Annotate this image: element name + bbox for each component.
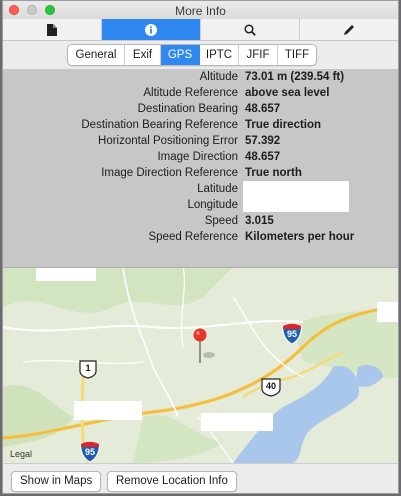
gps-value: True direction <box>245 119 322 131</box>
redacted-map-label <box>74 401 142 420</box>
tab-general[interactable]: General <box>68 45 125 65</box>
metadata-segmented-control: General Exif GPS IPTC JFIF TIFF <box>67 44 317 66</box>
document-icon <box>47 23 57 36</box>
window-title: More Info <box>175 4 226 18</box>
info-icon <box>145 23 157 36</box>
inspector-toolbar <box>3 19 398 41</box>
pencil-icon <box>344 24 354 35</box>
gps-value: 48.657 <box>245 103 281 115</box>
gps-value: 73.01 m (239.54 ft) <box>245 71 345 83</box>
gps-metadata-panel: Altitude 73.01 m (239.54 ft) Altitude Re… <box>3 69 398 268</box>
bottom-button-bar: Show in Maps Remove Location Info <box>3 463 398 493</box>
tab-exif[interactable]: Exif <box>125 45 161 65</box>
redacted-map-label <box>201 413 273 431</box>
gps-value: Kilometers per hour <box>245 231 355 243</box>
tab-jfif[interactable]: JFIF <box>239 45 278 65</box>
gps-label: Altitude <box>199 71 238 83</box>
tab-search[interactable] <box>201 19 300 40</box>
gps-label: Altitude Reference <box>143 87 238 99</box>
gps-label: Destination Bearing <box>137 103 238 115</box>
tab-gps[interactable]: GPS <box>161 45 200 65</box>
gps-row-speed: Speed 3.015 <box>3 215 398 231</box>
remove-location-info-button[interactable]: Remove Location Info <box>107 471 237 492</box>
tab-document[interactable] <box>3 19 102 40</box>
gps-row-altitude-reference: Altitude Reference above sea level <box>3 87 398 103</box>
gps-label: Latitude <box>197 183 238 195</box>
redacted-map-label <box>377 302 398 322</box>
gps-row-speed-reference: Speed Reference Kilometers per hour <box>3 231 398 247</box>
map-legal-link[interactable]: Legal <box>10 449 32 459</box>
gps-value: True north <box>245 167 302 179</box>
metadata-tabs-bar: General Exif GPS IPTC JFIF TIFF <box>3 41 398 69</box>
gps-row-altitude: Altitude 73.01 m (239.54 ft) <box>3 71 398 87</box>
gps-value: 3.015 <box>245 215 274 227</box>
gps-label: Image Direction Reference <box>101 167 238 179</box>
gps-label: Speed <box>204 215 238 227</box>
tab-iptc[interactable]: IPTC <box>200 45 239 65</box>
show-in-maps-button[interactable]: Show in Maps <box>11 471 102 492</box>
gps-label: Destination Bearing Reference <box>81 119 238 131</box>
tab-info[interactable] <box>102 19 201 40</box>
gps-row-destination-bearing: Destination Bearing 48.657 <box>3 103 398 119</box>
gps-value: above sea level <box>245 87 330 99</box>
location-map[interactable]: 95 1 40 95 Legal <box>3 267 398 463</box>
gps-value: 57.392 <box>245 135 281 147</box>
gps-label: Speed Reference <box>148 231 238 243</box>
title-bar: More Info <box>3 1 398 20</box>
gps-label: Longitude <box>187 199 238 211</box>
gps-row-image-direction: Image Direction 48.657 <box>3 151 398 167</box>
tab-edit[interactable] <box>300 19 398 40</box>
gps-row-horizontal-positioning-error: Horizontal Positioning Error 57.392 <box>3 135 398 151</box>
gps-row-destination-bearing-reference: Destination Bearing Reference True direc… <box>3 119 398 135</box>
map-pin[interactable] <box>191 327 217 367</box>
gps-value: 48.657 <box>245 151 281 163</box>
more-info-window: More Info General Exif GPS IPTC JFIF TIF… <box>2 0 399 494</box>
redacted-coordinates <box>243 181 349 212</box>
gps-label: Horizontal Positioning Error <box>98 135 238 147</box>
tab-tiff[interactable]: TIFF <box>278 45 316 65</box>
search-icon <box>244 23 256 36</box>
redacted-map-label <box>36 267 96 281</box>
gps-label: Image Direction <box>157 151 238 163</box>
